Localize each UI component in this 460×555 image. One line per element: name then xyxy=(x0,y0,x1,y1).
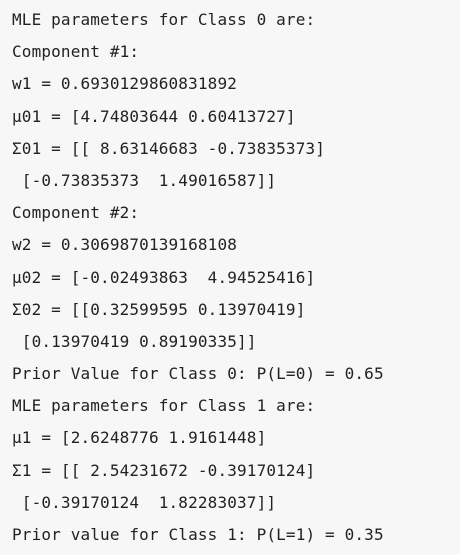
output-line-sigma02-row1: Σ02 = [[0.32599595 0.13970419] xyxy=(12,299,306,319)
output-line-mu02: μ02 = [-0.02493863 4.94525416] xyxy=(12,267,316,287)
output-line-class1-header: MLE parameters for Class 1 are: xyxy=(12,396,316,416)
output-line-prior-class1: Prior value for Class 1: P(L=1) = 0.35 xyxy=(12,525,384,544)
output-line-w2: w2 = 0.3069870139168108 xyxy=(12,235,238,255)
output-panel: MLE parameters for Class 0 are: Componen… xyxy=(0,0,460,555)
output-line-component2: Component #2: xyxy=(12,203,140,223)
output-line-component1: Component #1: xyxy=(12,42,140,62)
output-line-sigma1-row2: [-0.39170124 1.82283037]] xyxy=(12,492,277,512)
output-line-sigma02-row2: [0.13970419 0.89190335]] xyxy=(12,331,257,351)
output-line-prior-class0: Prior Value for Class 0: P(L=0) = 0.65 xyxy=(12,364,384,384)
output-line-w1: w1 = 0.6930129860831892 xyxy=(12,74,238,94)
output-line-sigma01-row1: Σ01 = [[ 8.63146683 -0.73835373] xyxy=(12,138,326,158)
output-line-sigma1-row1: Σ1 = [[ 2.54231672 -0.39170124] xyxy=(12,460,316,480)
output-line-class0-header: MLE parameters for Class 0 are: xyxy=(12,10,316,29)
output-line-sigma01-row2: [-0.73835373 1.49016587]] xyxy=(12,170,277,190)
output-line-mu1: μ1 = [2.6248776 1.9161448] xyxy=(12,428,267,448)
output-line-mu01: μ01 = [4.74803644 0.60413727] xyxy=(12,106,296,126)
